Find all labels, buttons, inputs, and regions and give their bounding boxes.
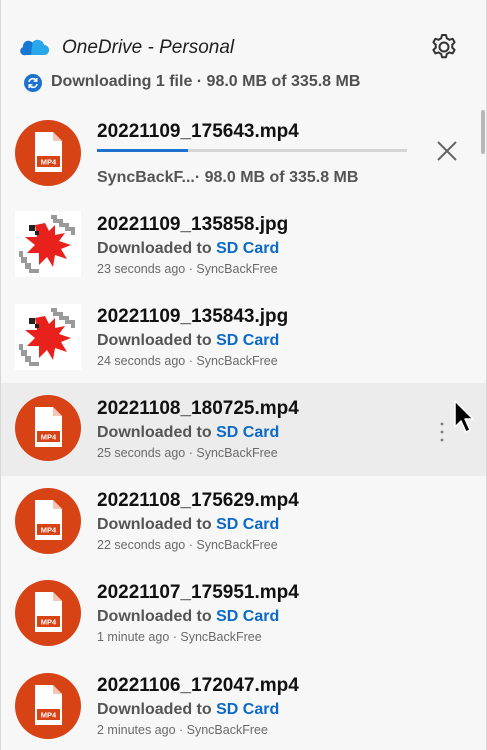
list-item[interactable]: MP4 20221106_172047.mp4 Downloaded to SD…: [1, 661, 486, 750]
item-meta: 2 minutes ago · SyncBackFree: [97, 723, 268, 737]
item-meta: 1 minute ago · SyncBackFree: [97, 630, 262, 644]
svg-text:MP4: MP4: [41, 433, 57, 442]
download-status: Downloading 1 file · 98.0 MB of 335.8 MB: [51, 73, 361, 90]
download-location: Downloaded to SD Card: [97, 332, 280, 349]
svg-text:MP4: MP4: [41, 158, 57, 167]
file-name: 20221109_135843.jpg: [97, 306, 289, 327]
download-location: Downloaded to SD Card: [97, 240, 280, 257]
image-thumbnail: [15, 211, 81, 277]
list-item[interactable]: 20221109_135858.jpg Downloaded to SD Car…: [1, 201, 486, 294]
account-title: OneDrive - Personal: [62, 37, 235, 58]
list-scrollbar[interactable]: [480, 108, 486, 750]
file-name: 20221108_175629.mp4: [97, 490, 299, 511]
file-name: 20221106_172047.mp4: [97, 675, 299, 696]
mp4-file-icon: MP4: [15, 395, 81, 461]
download-location: Downloaded to SD Card: [97, 516, 280, 533]
mp4-file-icon: MP4: [15, 673, 81, 739]
scrollbar-thumb[interactable]: [481, 110, 485, 154]
item-meta: 22 seconds ago · SyncBackFree: [97, 538, 278, 552]
location-link[interactable]: SD Card: [216, 608, 279, 625]
location-link[interactable]: SD Card: [216, 516, 279, 533]
mp4-file-icon: MP4: [15, 580, 81, 646]
close-icon[interactable]: [436, 140, 458, 162]
panel-header: OneDrive - Personal Downloading 1 file ·…: [1, 0, 486, 108]
gear-icon[interactable]: [429, 32, 459, 62]
onedrive-cloud-icon: [20, 39, 49, 56]
list-item[interactable]: MP4 20221107_175951.mp4 Downloaded to SD…: [1, 568, 486, 661]
location-link[interactable]: SD Card: [216, 332, 279, 349]
list-item-downloading[interactable]: MP4 20221109_175643.mp4 SyncBackF...· 98…: [1, 108, 486, 201]
download-progress-bar: [97, 149, 407, 152]
location-link[interactable]: SD Card: [216, 701, 279, 718]
onedrive-activity-panel: OneDrive - Personal Downloading 1 file ·…: [0, 0, 487, 750]
list-item[interactable]: 20221109_135843.jpg Downloaded to SD Car…: [1, 294, 486, 387]
file-name: 20221108_180725.mp4: [97, 398, 299, 419]
file-name: 20221107_175951.mp4: [97, 582, 299, 603]
list-item[interactable]: MP4 20221108_180725.mp4 Downloaded to SD…: [1, 383, 486, 476]
item-meta: 23 seconds ago · SyncBackFree: [97, 262, 278, 276]
activity-list: MP4 20221109_175643.mp4 SyncBackF...· 98…: [1, 108, 486, 750]
sync-icon: [24, 74, 42, 92]
svg-text:MP4: MP4: [41, 618, 57, 627]
file-name: 20221109_135858.jpg: [97, 214, 289, 235]
mp4-file-icon: MP4: [15, 120, 81, 186]
download-location: Downloaded to SD Card: [97, 424, 280, 441]
download-location: Downloaded to SD Card: [97, 701, 280, 718]
svg-text:MP4: MP4: [41, 526, 57, 535]
file-name: 20221109_175643.mp4: [97, 121, 299, 142]
download-detail: SyncBackF...· 98.0 MB of 335.8 MB: [97, 169, 359, 186]
location-link[interactable]: SD Card: [216, 240, 279, 257]
mouse-cursor-icon: [454, 400, 474, 433]
download-location: Downloaded to SD Card: [97, 608, 280, 625]
image-thumbnail: [15, 304, 81, 370]
more-vertical-icon[interactable]: [439, 421, 445, 443]
list-item[interactable]: MP4 20221108_175629.mp4 Downloaded to SD…: [1, 476, 486, 569]
location-link[interactable]: SD Card: [216, 424, 279, 441]
item-meta: 25 seconds ago · SyncBackFree: [97, 446, 278, 460]
item-meta: 24 seconds ago · SyncBackFree: [97, 354, 278, 368]
mp4-file-icon: MP4: [15, 488, 81, 554]
svg-text:MP4: MP4: [41, 711, 57, 720]
download-progress-fill: [97, 149, 188, 152]
